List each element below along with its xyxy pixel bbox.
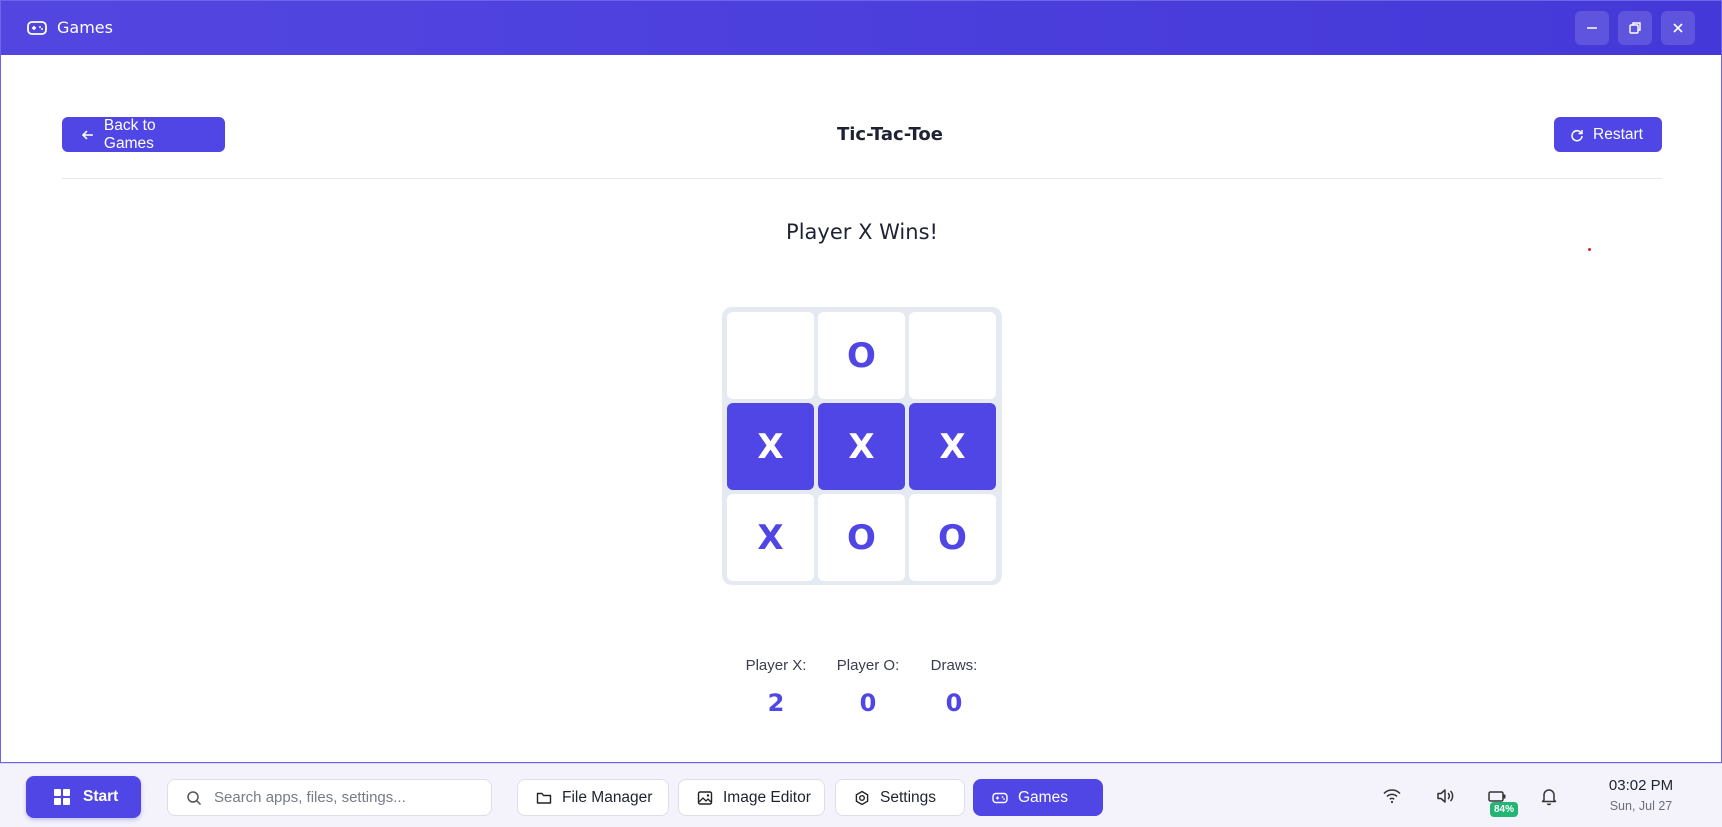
score-label: Player X: xyxy=(745,657,807,674)
taskbar-app-image-editor[interactable]: Image Editor xyxy=(678,779,825,816)
taskbar-app-label: File Manager xyxy=(562,788,653,806)
taskbar-app-settings[interactable]: Settings xyxy=(835,779,965,816)
score-value: 0 xyxy=(945,689,963,717)
start-button[interactable]: Start xyxy=(26,776,141,818)
board-cell[interactable]: X xyxy=(909,403,996,490)
title-bar[interactable]: Games xyxy=(1,1,1721,55)
games-window: Games Back to Games Tic-Tac-Toe Restart … xyxy=(0,0,1722,763)
gear-icon xyxy=(855,790,869,805)
score-value: 2 xyxy=(767,689,785,717)
game-board: O X X X X O O xyxy=(722,307,1002,585)
board-cell[interactable]: X xyxy=(727,403,814,490)
score-label: Player O: xyxy=(836,657,900,674)
header-divider xyxy=(62,178,1662,179)
refresh-icon xyxy=(1571,129,1583,141)
score-label: Draws: xyxy=(930,657,978,674)
restart-button-label: Restart xyxy=(1593,125,1643,143)
folder-icon xyxy=(536,792,552,804)
clock-date: Sun, Jul 27 xyxy=(1609,799,1673,813)
close-icon xyxy=(1673,23,1683,33)
board-cell[interactable]: O xyxy=(818,494,905,581)
score-draws: Draws: 0 xyxy=(924,657,984,717)
score-player-o: Player O: 0 xyxy=(833,657,903,717)
volume-icon[interactable] xyxy=(1435,786,1455,806)
battery-level-badge: 84% xyxy=(1490,802,1519,817)
start-label: Start xyxy=(83,788,119,805)
search-icon xyxy=(187,790,202,805)
restore-button[interactable] xyxy=(1618,11,1652,45)
minimize-icon xyxy=(1587,27,1597,29)
taskbar-app-file-manager[interactable]: File Manager xyxy=(517,779,669,816)
bell-icon[interactable] xyxy=(1539,786,1559,806)
board-cell[interactable]: O xyxy=(818,312,905,399)
gamepad-icon xyxy=(27,19,47,37)
taskbar-app-label: Image Editor xyxy=(723,788,811,806)
score-player-x: Player X: 2 xyxy=(741,657,811,717)
board-cell[interactable]: X xyxy=(818,403,905,490)
window-title: Games xyxy=(57,18,113,37)
game-title: Tic-Tac-Toe xyxy=(836,124,943,145)
restart-button[interactable]: Restart xyxy=(1554,117,1662,152)
image-icon xyxy=(697,790,713,805)
taskbar-app-label: Games xyxy=(1018,788,1068,806)
game-status: Player X Wins! xyxy=(786,220,938,244)
taskbar-clock[interactable]: 03:02 PM Sun, Jul 27 xyxy=(1585,777,1697,813)
taskbar-search[interactable] xyxy=(167,779,492,816)
taskbar: Start File Manager Image Editor Settings… xyxy=(0,763,1722,827)
board-cell[interactable]: O xyxy=(909,494,996,581)
minimize-button[interactable] xyxy=(1575,11,1609,45)
wifi-icon[interactable] xyxy=(1382,786,1402,806)
taskbar-app-games[interactable]: Games xyxy=(973,779,1103,816)
search-input[interactable] xyxy=(214,789,474,806)
gamepad-icon xyxy=(992,792,1008,803)
clock-time: 03:02 PM xyxy=(1608,777,1674,794)
score-value: 0 xyxy=(859,689,877,717)
taskbar-app-label: Settings xyxy=(880,788,937,806)
board-cell[interactable] xyxy=(909,312,996,399)
close-button[interactable] xyxy=(1661,11,1695,45)
board-cell[interactable] xyxy=(727,312,814,399)
windows-grid-icon xyxy=(54,789,70,805)
board-cell[interactable]: X xyxy=(727,494,814,581)
restore-icon xyxy=(1629,22,1641,34)
cursor-dot xyxy=(1588,248,1591,251)
